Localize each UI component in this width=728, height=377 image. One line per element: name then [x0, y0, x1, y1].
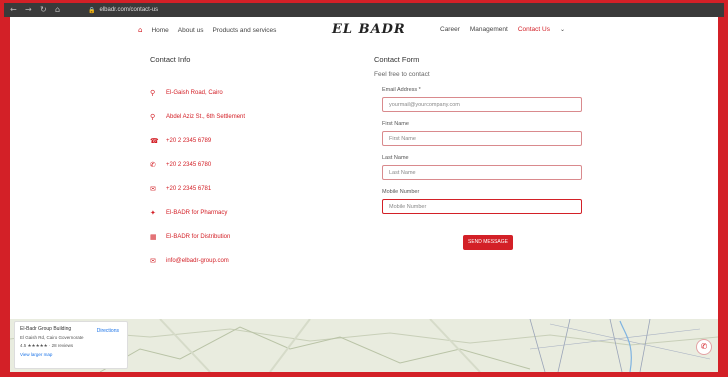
info-item-text: El-BADR for Pharmacy	[166, 210, 228, 216]
info-item-text: info@elbadr-group.com	[166, 258, 229, 264]
nav-item-career[interactable]: Career	[440, 26, 460, 33]
contact-form-subtitle: Feel free to contact	[374, 71, 430, 78]
mobile-icon: ✆	[150, 161, 156, 169]
reload-icon[interactable]: ↻	[40, 6, 48, 14]
last-name-field-group: Last Name Last Name	[374, 155, 584, 180]
info-item-text: +20 2 2345 6781	[166, 186, 212, 192]
contact-info-section: Contact Info ⚲ El-Gaish Road, Cairo ⚲ Ab…	[150, 55, 350, 273]
info-item-text: Abdel Aziz St., 6th Settlement	[166, 114, 246, 120]
email-label: Email Address *	[382, 87, 421, 93]
first-name-field[interactable]: First Name	[382, 131, 582, 146]
site-header: ⌂ Home About us Products and services EL…	[10, 17, 718, 45]
submit-button[interactable]: SEND MESSAGE	[463, 235, 513, 250]
contact-form-section: Contact Form Feel free to contact Email …	[374, 55, 584, 250]
map-rating: 4.5 ★★★★★ · 28 reviews	[20, 343, 74, 348]
email-field-group: Email Address * yourmail@yourcompany.com	[374, 87, 584, 112]
info-item-email[interactable]: ✉ info@elbadr-group.com	[150, 249, 350, 273]
info-item-text: +20 2 2345 6789	[166, 138, 212, 144]
directions-link[interactable]: Directions	[97, 328, 119, 334]
location-icon: ⚲	[150, 89, 156, 97]
info-item-text: +20 2 2345 6780	[166, 162, 212, 168]
mobile-label: Mobile Number	[382, 189, 420, 195]
contact-form-title: Contact Form	[374, 55, 420, 64]
page-viewport: ⌂ Home About us Products and services EL…	[10, 17, 718, 372]
nav-item-home[interactable]: Home	[151, 27, 168, 34]
home-icon[interactable]: ⌂	[55, 6, 63, 14]
fax-icon: ✉	[150, 185, 156, 193]
home-icon[interactable]: ⌂	[138, 26, 142, 34]
primary-nav-left: ⌂ Home About us Products and services	[138, 26, 276, 34]
browser-toolbar: ← → ↻ ⌂ 🔒 elbadr.com/contact-us	[4, 3, 724, 17]
chevron-down-icon[interactable]: ⌄	[560, 26, 565, 33]
email-field[interactable]: yourmail@yourcompany.com	[382, 97, 582, 112]
url-text: elbadr.com/contact-us	[99, 7, 159, 13]
info-item-text: El-BADR for Distribution	[166, 234, 231, 240]
nav-item-management[interactable]: Management	[470, 26, 508, 33]
contact-info-title: Contact Info	[150, 55, 191, 64]
info-item-mobile[interactable]: ✆ +20 2 2345 6780	[150, 153, 350, 177]
chat-icon[interactable]: ✆	[696, 339, 712, 355]
map-place-card: El-Badr Group Building El Gaish Rd, Cair…	[14, 321, 128, 369]
view-larger-map-link[interactable]: View larger map	[20, 352, 122, 357]
last-name-field[interactable]: Last Name	[382, 165, 582, 180]
back-icon[interactable]: ←	[10, 6, 18, 14]
forward-icon[interactable]: →	[25, 6, 33, 14]
info-item-address[interactable]: ⚲ El-Gaish Road, Cairo	[150, 81, 350, 105]
site-logo[interactable]: EL BADR	[332, 22, 406, 37]
address-bar[interactable]: 🔒 elbadr.com/contact-us	[88, 6, 318, 15]
mobile-field[interactable]: Mobile Number	[382, 199, 582, 214]
info-item-pharmacy[interactable]: ✦ El-BADR for Pharmacy	[150, 201, 350, 225]
info-item-text: El-Gaish Road, Cairo	[166, 90, 223, 96]
phone-icon: ☎	[150, 137, 159, 145]
nav-item-about[interactable]: About us	[178, 27, 204, 34]
mobile-field-group: Mobile Number Mobile Number	[374, 189, 584, 214]
last-name-label: Last Name	[382, 155, 409, 161]
first-name-label: First Name	[382, 121, 409, 127]
info-item-address-2[interactable]: ⚲ Abdel Aziz St., 6th Settlement	[150, 105, 350, 129]
lock-icon: 🔒	[88, 6, 96, 14]
mail-icon: ✉	[150, 257, 156, 265]
location-icon: ⚲	[150, 113, 156, 121]
map-place-address: El Gaish Rd, Cairo Governorate	[20, 335, 84, 340]
first-name-field-group: First Name First Name	[374, 121, 584, 146]
nav-item-products[interactable]: Products and services	[212, 27, 276, 34]
building-icon: ▦	[150, 233, 157, 241]
info-item-distribution[interactable]: ▦ El-BADR for Distribution	[150, 225, 350, 249]
primary-nav-right: Career Management Contact Us ⌄	[440, 26, 565, 33]
info-item-fax[interactable]: ✉ +20 2 2345 6781	[150, 177, 350, 201]
nav-item-contact[interactable]: Contact Us	[518, 26, 550, 33]
info-item-phone[interactable]: ☎ +20 2 2345 6789	[150, 129, 350, 153]
pharmacy-icon: ✦	[150, 209, 156, 217]
